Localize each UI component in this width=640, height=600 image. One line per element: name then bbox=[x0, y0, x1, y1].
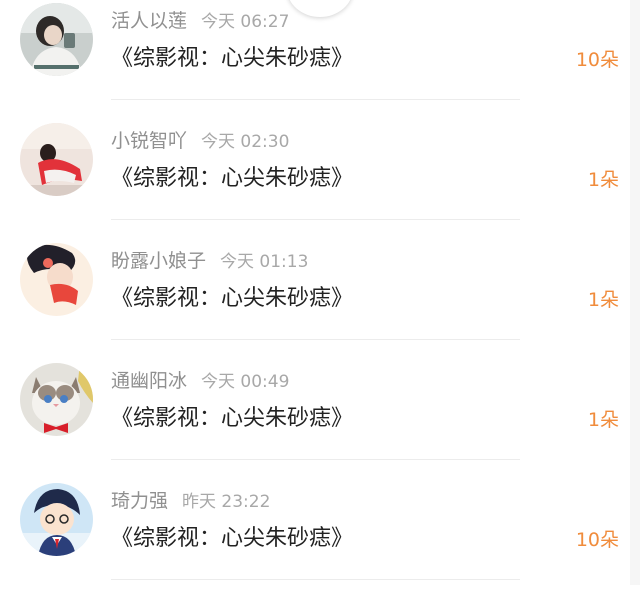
girl-in-red-avatar bbox=[20, 123, 93, 196]
work-title[interactable]: 《综影视：心尖朱砂痣》 bbox=[111, 404, 353, 434]
avatar[interactable] bbox=[20, 483, 93, 556]
avatar[interactable] bbox=[20, 3, 93, 76]
avatar[interactable] bbox=[20, 363, 93, 436]
flower-count: 10朵 bbox=[575, 529, 619, 551]
list-item[interactable]: 琦力强 昨天 23:22 《综影视：心尖朱砂痣》 10朵 bbox=[0, 480, 630, 600]
work-title[interactable]: 《综影视：心尖朱砂痣》 bbox=[111, 524, 353, 554]
avatar[interactable] bbox=[20, 123, 93, 196]
username[interactable]: 琦力强 bbox=[111, 490, 168, 512]
timestamp: 今天 00:49 bbox=[201, 372, 290, 392]
work-title[interactable]: 《综影视：心尖朱砂痣》 bbox=[111, 44, 353, 74]
cat-with-bowtie-avatar bbox=[20, 363, 93, 436]
record-meta: 小锐智吖 今天 02:30 bbox=[111, 129, 289, 153]
gift-record-list: 活人以莲 今天 06:27 《综影视：心尖朱砂痣》 10朵 小锐智吖 今天 02:3… bbox=[0, 0, 630, 600]
work-title[interactable]: 《综影视：心尖朱砂痣》 bbox=[111, 164, 353, 194]
list-item[interactable]: 小锐智吖 今天 02:30 《综影视：心尖朱砂痣》 1朵 bbox=[0, 120, 630, 240]
username[interactable]: 活人以莲 bbox=[111, 10, 187, 32]
flower-count: 1朵 bbox=[587, 409, 619, 431]
timestamp: 昨天 23:22 bbox=[182, 492, 271, 512]
flower-count: 10朵 bbox=[575, 49, 619, 71]
record-meta: 通幽阳冰 今天 00:49 bbox=[111, 369, 289, 393]
list-item[interactable]: 通幽阳冰 今天 00:49 《综影视：心尖朱砂痣》 1朵 bbox=[0, 360, 630, 480]
divider bbox=[111, 579, 520, 580]
anime-boy-avatar bbox=[20, 483, 93, 556]
username[interactable]: 小锐智吖 bbox=[111, 130, 187, 152]
timestamp: 今天 06:27 bbox=[201, 12, 290, 32]
record-meta: 盼露小娘子 今天 01:13 bbox=[111, 249, 308, 273]
divider bbox=[111, 219, 520, 220]
illustrated-girl-avatar bbox=[20, 243, 93, 316]
divider bbox=[111, 459, 520, 460]
girl-with-cup-avatar bbox=[20, 3, 93, 76]
work-title[interactable]: 《综影视：心尖朱砂痣》 bbox=[111, 284, 353, 314]
list-item[interactable]: 盼露小娘子 今天 01:13 《综影视：心尖朱砂痣》 1朵 bbox=[0, 240, 630, 360]
divider bbox=[111, 339, 520, 340]
username[interactable]: 盼露小娘子 bbox=[111, 250, 206, 272]
flower-count: 1朵 bbox=[587, 169, 619, 191]
record-meta: 活人以莲 今天 06:27 bbox=[111, 9, 289, 33]
flower-count: 1朵 bbox=[587, 289, 619, 311]
timestamp: 今天 01:13 bbox=[220, 252, 309, 272]
list-item[interactable]: 活人以莲 今天 06:27 《综影视：心尖朱砂痣》 10朵 bbox=[0, 0, 630, 120]
divider bbox=[111, 99, 520, 100]
username[interactable]: 通幽阳冰 bbox=[111, 370, 187, 392]
avatar[interactable] bbox=[20, 243, 93, 316]
scroll-edge bbox=[630, 0, 640, 585]
record-meta: 琦力强 昨天 23:22 bbox=[111, 489, 270, 513]
timestamp: 今天 02:30 bbox=[201, 132, 290, 152]
